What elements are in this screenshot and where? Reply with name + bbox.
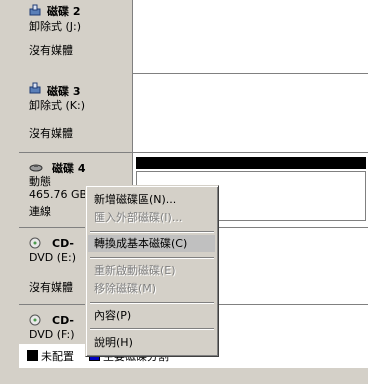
disk-status: 沒有媒體 xyxy=(29,44,73,57)
disk-type: DVD (F:) xyxy=(29,328,75,341)
disk-2-area xyxy=(133,0,368,74)
menu-item-help[interactable]: 說明(H) xyxy=(88,334,215,351)
cdrom-icon xyxy=(29,237,41,249)
disk-3-area xyxy=(133,74,368,153)
disk-name: 磁碟 4 xyxy=(52,162,86,175)
unallocated-swatch xyxy=(27,350,38,361)
disk-type: DVD (E:) xyxy=(29,251,77,264)
menu-separator xyxy=(90,302,214,304)
removable-disk-icon xyxy=(29,82,41,94)
disk-2-label[interactable]: 磁碟 2 卸除式 (J:) 沒有媒體 xyxy=(19,0,133,75)
disk-status: 沒有媒體 xyxy=(29,281,73,294)
menu-item-reactivate-disk[interactable]: 重新啟動磁碟(E) xyxy=(88,262,215,279)
disk-name: CD- xyxy=(52,237,74,250)
cdrom-icon xyxy=(29,314,41,326)
hard-disk-icon xyxy=(29,164,43,172)
removable-disk-icon xyxy=(29,4,41,16)
menu-item-properties[interactable]: 內容(P) xyxy=(88,307,215,324)
disk-status: 沒有媒體 xyxy=(29,127,73,140)
context-menu: 新增磁碟區(N)... 匯入外部磁碟(I)... 轉換成基本磁碟(C) 重新啟動… xyxy=(85,185,219,357)
menu-item-import-foreign-disks[interactable]: 匯入外部磁碟(I)... xyxy=(88,209,215,226)
left-margin xyxy=(0,0,19,384)
disk-status: 連線 xyxy=(29,205,51,218)
menu-item-convert-to-basic-disk[interactable]: 轉換成基本磁碟(C) xyxy=(88,235,215,252)
disk-size: 465.76 GB xyxy=(29,188,88,201)
unallocated-legend-label: 未配置 xyxy=(41,350,74,363)
disk-type: 卸除式 (J:) xyxy=(29,20,82,33)
disk-name: CD- xyxy=(52,314,74,327)
unallocated-bar[interactable] xyxy=(136,157,366,169)
disk-name: 磁碟 2 xyxy=(47,5,81,18)
menu-separator xyxy=(90,257,214,259)
menu-separator xyxy=(90,231,214,233)
disk-type: 動態 xyxy=(29,175,51,188)
menu-item-remove-disk[interactable]: 移除磁碟(M) xyxy=(88,280,215,297)
menu-item-new-volume[interactable]: 新增磁碟區(N)... xyxy=(88,191,215,208)
disk-3-label[interactable]: 磁碟 3 卸除式 (K:) 沒有媒體 xyxy=(19,74,133,153)
menu-separator xyxy=(90,328,214,330)
disk-type: 卸除式 (K:) xyxy=(29,99,85,112)
